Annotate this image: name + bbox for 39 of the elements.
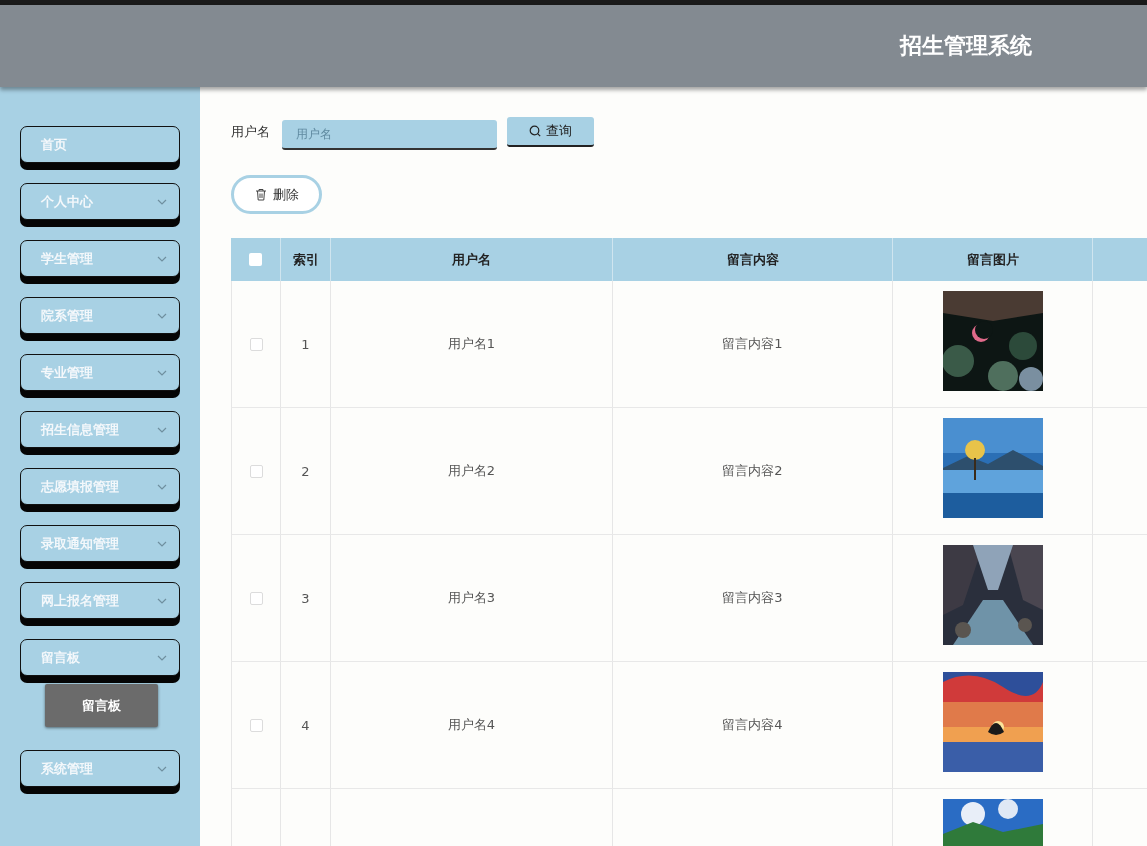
table-cell: 用户名3: [447, 589, 496, 607]
chevron-icon: [157, 597, 167, 604]
search-icon: [529, 125, 541, 137]
search-button[interactable]: 查询: [507, 117, 594, 147]
chevron-icon: [157, 426, 167, 433]
row-checkbox[interactable]: [249, 464, 263, 478]
chevron-icon: [157, 312, 167, 319]
column-header: 留言内容: [726, 250, 779, 269]
delete-button[interactable]: 删除: [231, 175, 322, 214]
chevron-icon: [157, 255, 167, 262]
table-cell: 留言内容1: [722, 335, 783, 353]
column-header: 索引: [292, 250, 319, 269]
chevron-icon: [157, 654, 167, 661]
chevron-icon: [157, 483, 167, 490]
chevron-icon: [157, 540, 167, 547]
trash-icon: [254, 188, 267, 201]
table-cell: 用户名1: [447, 335, 496, 353]
search-label: 用户名: [231, 123, 270, 141]
table-cell: 4: [301, 717, 310, 733]
table-cell: 3: [301, 590, 310, 606]
search-field[interactable]: 用户名: [282, 120, 497, 150]
table-cell: 2: [301, 463, 310, 479]
table-cell: 留言内容4: [722, 716, 783, 734]
column-header: 用户名: [452, 250, 491, 269]
app-title: 招生管理系统: [900, 32, 1032, 60]
submenu-item[interactable]: 留言板: [45, 684, 158, 727]
table-cell: 用户名4: [447, 716, 496, 734]
table-cell: 1: [301, 336, 310, 352]
table-cell: 用户名2: [447, 462, 496, 480]
table-cell: 留言内容3: [722, 589, 783, 607]
row-checkbox[interactable]: [249, 337, 263, 351]
row-checkbox[interactable]: [249, 591, 263, 605]
row-checkbox[interactable]: [249, 718, 263, 732]
chevron-icon: [157, 369, 167, 376]
table-cell: 留言内容2: [722, 462, 783, 480]
chevron-icon: [157, 198, 167, 205]
select-all-checkbox[interactable]: [249, 253, 262, 266]
chevron-icon: [157, 765, 167, 772]
column-header: 留言图片: [966, 250, 1019, 269]
